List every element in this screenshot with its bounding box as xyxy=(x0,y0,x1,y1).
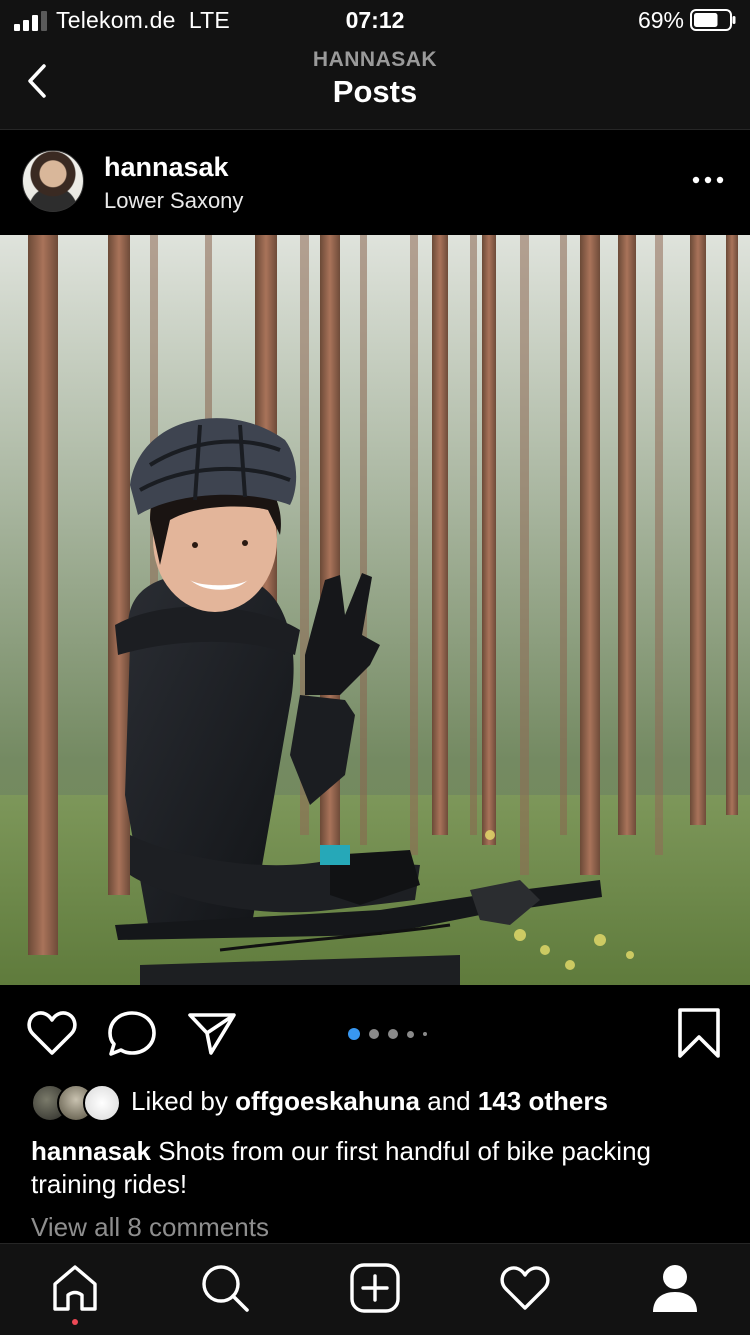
profile-icon[interactable] xyxy=(649,1262,701,1314)
post-action-bar xyxy=(0,985,750,1075)
carousel-dot xyxy=(423,1032,427,1036)
battery-percentage: 69% xyxy=(637,7,684,33)
more-horizontal-icon[interactable] xyxy=(690,170,726,190)
status-bar: Telekom.de LTE 07:12 69% xyxy=(0,0,750,42)
likes-others-count[interactable]: 143 others xyxy=(478,1086,608,1116)
likes-prefix: Liked by xyxy=(131,1086,228,1116)
avatar[interactable] xyxy=(22,150,84,212)
search-icon[interactable] xyxy=(199,1262,251,1314)
carousel-indicator xyxy=(348,1028,448,1040)
paper-plane-icon[interactable] xyxy=(186,1009,238,1057)
add-post-icon[interactable] xyxy=(349,1262,401,1314)
carousel-dot xyxy=(407,1030,414,1038)
liker-avatar xyxy=(83,1084,121,1122)
activity-heart-icon[interactable] xyxy=(499,1262,551,1314)
view-comments-link[interactable]: View all 8 comments xyxy=(31,1212,269,1243)
heart-outline-icon[interactable] xyxy=(26,1009,78,1057)
post-header: hannasak Lower Saxony xyxy=(0,130,750,235)
home-notification-dot xyxy=(72,1319,78,1325)
liked-by-username[interactable]: offgoeskahuna xyxy=(235,1086,420,1116)
likes-row[interactable]: Liked by offgoeskahuna and 143 others xyxy=(0,1080,750,1124)
bookmark-icon[interactable] xyxy=(676,1007,722,1059)
carousel-dot xyxy=(388,1029,398,1039)
battery-icon xyxy=(690,9,736,31)
profile-handle: HANNASAK xyxy=(312,48,438,71)
post-caption: hannasak Shots from our first handful of… xyxy=(31,1135,721,1201)
home-icon[interactable] xyxy=(49,1262,101,1314)
post-photo[interactable] xyxy=(0,235,750,985)
nav-header: HANNASAK Posts xyxy=(0,42,750,130)
likes-conjunction: and xyxy=(427,1086,471,1116)
carousel-dot xyxy=(369,1029,379,1039)
post-location[interactable]: Lower Saxony xyxy=(104,188,243,214)
post-username[interactable]: hannasak xyxy=(104,152,229,183)
bottom-tab-bar xyxy=(0,1243,750,1335)
forest-cyclist-image xyxy=(0,235,750,985)
speech-bubble-icon[interactable] xyxy=(106,1009,158,1057)
likes-summary: Liked by offgoeskahuna and 143 others xyxy=(131,1086,608,1117)
carousel-dot xyxy=(348,1028,360,1040)
page-title: Posts xyxy=(332,74,418,109)
caption-username[interactable]: hannasak xyxy=(31,1136,151,1166)
